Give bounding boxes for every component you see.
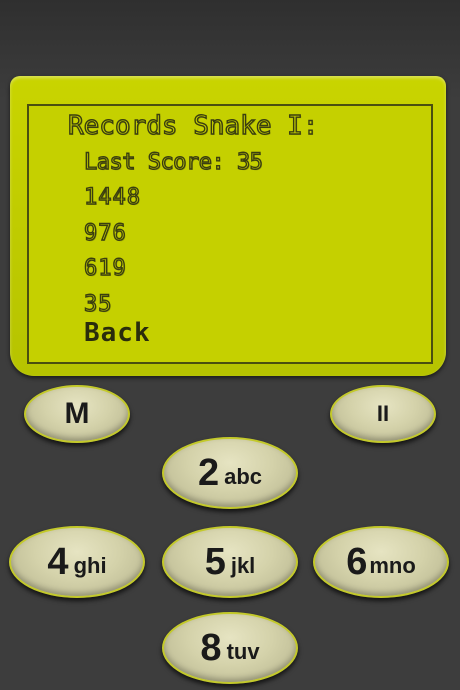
key-8[interactable]: 8 tuv — [162, 612, 298, 684]
key-4-letters: ghi — [73, 553, 107, 578]
key-5-digit: 5 — [204, 541, 226, 583]
record-3: 619 — [83, 255, 127, 281]
key-6-digit: 6 — [346, 541, 368, 583]
key-6-letters: mno — [369, 553, 416, 578]
pause-key[interactable]: II — [330, 385, 436, 443]
key-5-letters: jkl — [230, 553, 256, 578]
record-4: 35 — [83, 291, 113, 317]
key-6[interactable]: 6 mno — [313, 526, 449, 598]
key-4[interactable]: 4 ghi — [9, 526, 145, 598]
menu-key[interactable]: M — [24, 385, 130, 443]
last-score: Last Score: 35 — [83, 149, 263, 175]
key-4-digit: 4 — [47, 541, 69, 583]
key-8-letters: tuv — [226, 639, 260, 664]
key-8-digit: 8 — [200, 627, 222, 669]
record-2: 976 — [83, 220, 127, 246]
key-2-letters: abc — [224, 464, 263, 489]
records-title: Records Snake I: — [67, 110, 319, 141]
key-2-digit: 2 — [197, 452, 220, 494]
back-menu-item[interactable]: Back — [84, 318, 151, 348]
menu-key-label: M — [64, 397, 90, 430]
record-1: 1448 — [83, 184, 141, 210]
key-2[interactable]: 2 abc — [162, 437, 298, 509]
key-5[interactable]: 5 jkl — [162, 526, 298, 598]
pause-icon: II — [376, 401, 390, 426]
